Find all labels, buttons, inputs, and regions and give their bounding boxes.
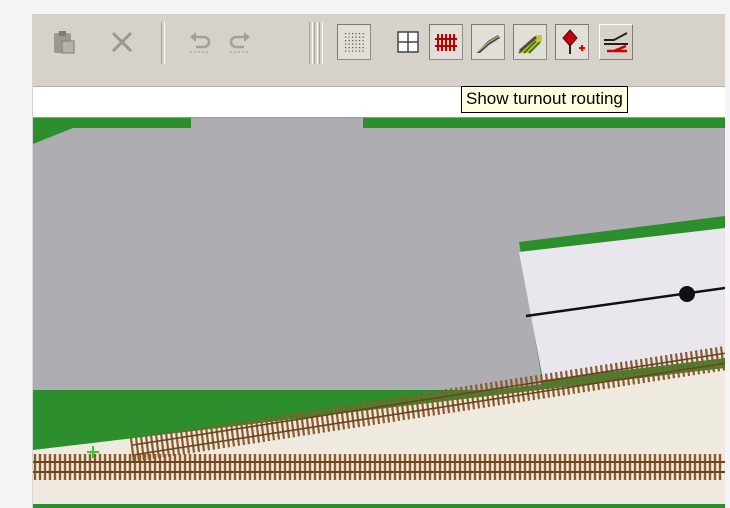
show-track-ties-button[interactable] xyxy=(429,24,463,60)
tooltip: Show turnout routing xyxy=(461,86,628,113)
show-track-bed-button[interactable] xyxy=(471,24,505,60)
toolbar xyxy=(33,14,725,86)
track-node xyxy=(679,286,695,302)
delete-x-icon xyxy=(111,31,133,53)
undo-icon xyxy=(190,32,211,53)
paste-button[interactable] xyxy=(47,24,81,60)
toolbar-grip xyxy=(314,22,318,64)
terrain-icon xyxy=(518,35,542,54)
show-grid-button[interactable] xyxy=(391,24,425,60)
redo-icon xyxy=(229,32,250,53)
undo-button[interactable] xyxy=(183,24,217,60)
layout-canvas[interactable] xyxy=(33,118,725,508)
grass-strip xyxy=(33,118,191,128)
show-dots-grid-button[interactable] xyxy=(337,24,371,60)
grass-edge xyxy=(33,504,725,508)
show-signals-button[interactable] xyxy=(555,24,589,60)
track-ties-icon xyxy=(435,34,457,51)
toolbar-grip xyxy=(319,22,323,64)
signal-icon xyxy=(562,29,585,54)
toolbar-separator xyxy=(161,22,165,64)
delete-button[interactable] xyxy=(105,24,139,60)
redo-button[interactable] xyxy=(223,24,257,60)
platform xyxy=(519,228,725,380)
dots-grid-icon xyxy=(345,33,364,52)
show-turnout-routing-button[interactable] xyxy=(599,24,633,60)
toolbar-separator xyxy=(309,22,313,64)
grid-icon xyxy=(397,31,419,53)
grass-strip xyxy=(363,118,725,128)
paste-icon xyxy=(54,31,75,54)
turnout-routing-icon xyxy=(604,32,628,53)
show-terrain-button[interactable] xyxy=(513,24,547,60)
track-bed-icon xyxy=(475,35,500,54)
